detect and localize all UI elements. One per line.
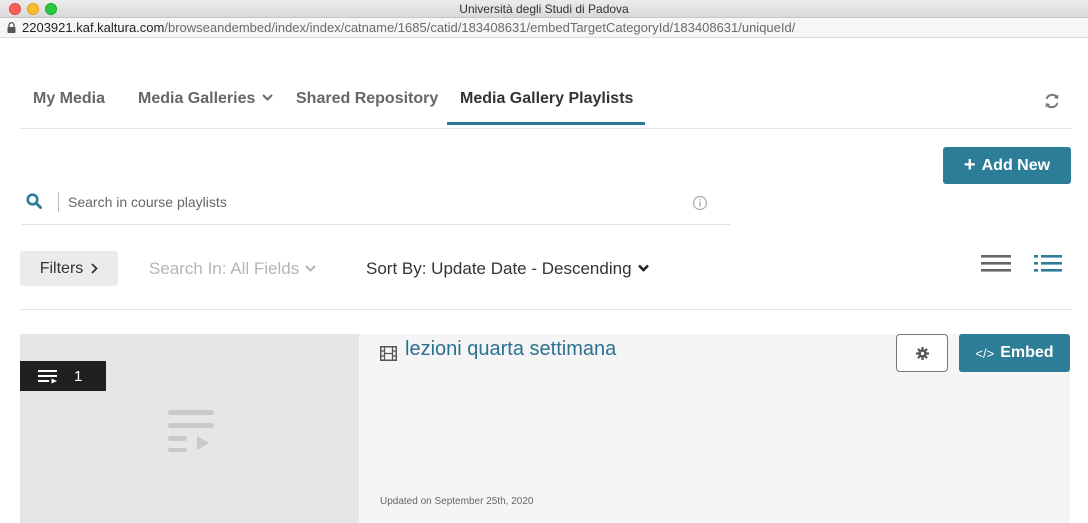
list-view-icon[interactable]: [981, 253, 1011, 273]
search-icon[interactable]: [26, 193, 42, 209]
filters-button[interactable]: Filters: [20, 251, 118, 286]
sort-by-label: Sort By: Update Date - Descending: [366, 259, 632, 278]
updated-date: Updated on September 25th, 2020: [380, 496, 534, 507]
embed-label: Embed: [1000, 344, 1054, 361]
film-icon: [380, 346, 397, 361]
chevron-down-icon: [262, 94, 274, 101]
active-tab-indicator: [447, 122, 645, 125]
tab-media-gallery-playlists[interactable]: Media Gallery Playlists: [460, 90, 633, 108]
playlist-entry: 1 lezioni quarta settimana Updated on Se…: [20, 334, 1070, 523]
filters-label: Filters: [39, 259, 84, 277]
chevron-down-icon: [637, 264, 649, 272]
playlist-icon: [168, 410, 214, 452]
info-icon[interactable]: [692, 195, 708, 211]
search-input[interactable]: [68, 191, 668, 213]
tab-my-media[interactable]: My Media: [33, 90, 105, 108]
chevron-right-icon: [91, 263, 99, 274]
item-count: 1: [74, 367, 83, 385]
add-new-label: Add New: [981, 156, 1051, 174]
lock-icon: [7, 22, 16, 33]
add-new-button[interactable]: + Add New: [943, 147, 1071, 184]
search-in-label: Search In: All Fields: [149, 259, 300, 278]
embed-button[interactable]: </> Embed: [959, 334, 1070, 372]
window-title: Università degli Studi di Padova: [459, 2, 629, 16]
detail-view-icon[interactable]: [1034, 253, 1062, 273]
tab-media-galleries[interactable]: Media Galleries: [138, 90, 274, 108]
gear-icon: [915, 346, 929, 360]
divider: [20, 309, 1072, 310]
tab-bar: My Media Media Galleries Shared Reposito…: [20, 38, 1072, 129]
search-in-dropdown[interactable]: Search In: All Fields: [149, 259, 316, 279]
tab-media-galleries-label: Media Galleries: [138, 90, 256, 107]
playlist-icon: [38, 369, 57, 383]
address-bar[interactable]: 2203921.kaf.kaltura.com/browseandembed/i…: [0, 18, 1088, 38]
playlist-thumbnail[interactable]: 1: [20, 334, 359, 523]
code-icon: </>: [975, 345, 995, 361]
window-titlebar: Università degli Studi di Padova: [0, 0, 1088, 18]
url-path: /browseandembed/index/index/catname/1685…: [164, 20, 796, 35]
playlist-details: lezioni quarta settimana Updated on Sept…: [359, 334, 1070, 523]
sort-by-dropdown[interactable]: Sort By: Update Date - Descending: [366, 259, 649, 279]
playlist-search: [22, 180, 730, 225]
playlist-title-link[interactable]: lezioni quarta settimana: [405, 338, 616, 361]
plus-icon: +: [963, 153, 976, 176]
tab-shared-repository[interactable]: Shared Repository: [296, 90, 438, 108]
url-text: 2203921.kaf.kaltura.com/browseandembed/i…: [22, 20, 795, 35]
settings-button[interactable]: [896, 334, 948, 372]
url-host: 2203921.kaf.kaltura.com: [22, 20, 165, 35]
chevron-down-icon: [305, 265, 316, 272]
item-count-badge: 1: [20, 361, 106, 391]
refresh-icon[interactable]: [1043, 92, 1061, 110]
search-separator: [58, 192, 59, 212]
